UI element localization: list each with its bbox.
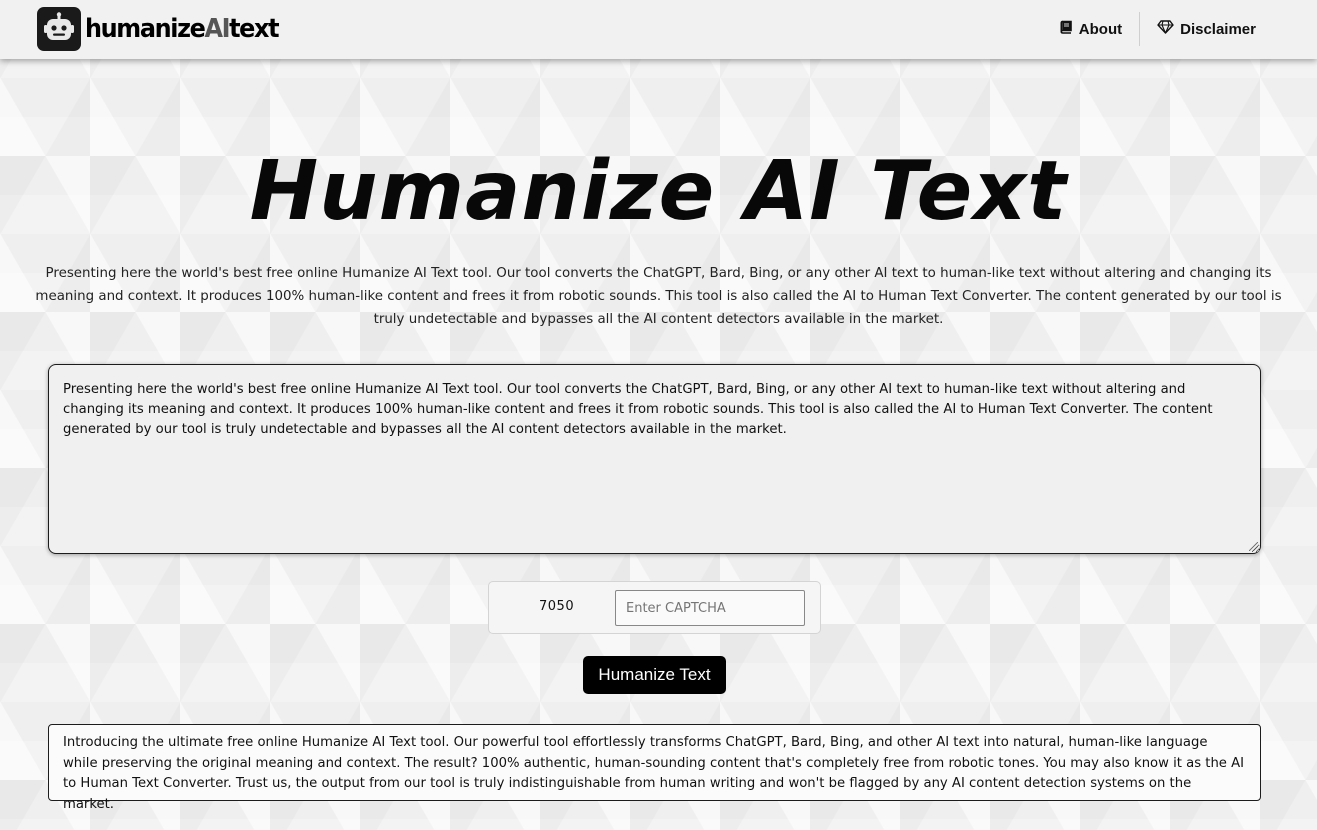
captcha-container: 7050 bbox=[488, 581, 821, 634]
site-header: humanizeAItext About Disclaimer bbox=[0, 0, 1317, 59]
page-title: Humanize AI Text bbox=[249, 144, 1068, 239]
diamond-icon bbox=[1157, 20, 1174, 38]
resize-handle[interactable] bbox=[1249, 542, 1258, 551]
output-textarea-text: Introducing the ultimate free online Hum… bbox=[63, 735, 1245, 812]
book-icon bbox=[1059, 20, 1073, 38]
nav-about-label: About bbox=[1078, 20, 1123, 38]
nav-about[interactable]: About bbox=[1042, 12, 1139, 46]
output-textarea[interactable]: Introducing the ultimate free online Hum… bbox=[48, 724, 1261, 812]
input-textarea-text: Presenting here the world's best free on… bbox=[63, 382, 1213, 437]
captcha-code: 7050 bbox=[539, 599, 575, 614]
site-logo[interactable]: humanizeAItext bbox=[37, 7, 295, 51]
robot-icon bbox=[37, 7, 81, 51]
logo-wordmark: humanizeAItext bbox=[85, 14, 280, 44]
nav-disclaimer[interactable]: Disclaimer bbox=[1140, 12, 1273, 46]
input-textarea[interactable]: Presenting here the world's best free on… bbox=[48, 364, 1261, 554]
intro-paragraph: Presenting here the world's best free on… bbox=[35, 266, 1282, 327]
humanize-button[interactable]: Humanize Text bbox=[583, 656, 726, 694]
nav-disclaimer-label: Disclaimer bbox=[1180, 20, 1256, 38]
logo-text-text: text bbox=[229, 14, 279, 44]
main-nav: About Disclaimer bbox=[1042, 12, 1273, 46]
logo-text-ai: AI bbox=[204, 14, 230, 44]
captcha-input[interactable] bbox=[615, 590, 805, 626]
logo-text-humanize: humanize bbox=[85, 14, 206, 44]
